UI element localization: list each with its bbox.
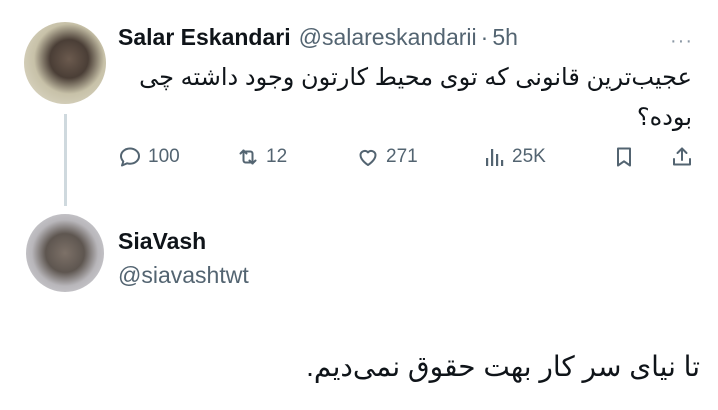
retweet-icon	[239, 149, 257, 165]
tweet-actions: 100 12 271 25K	[118, 140, 700, 174]
reply-author-avatar[interactable]	[26, 214, 104, 292]
reply-author-name[interactable]: SiaVash	[118, 228, 206, 255]
reply-text: تا نیای سر کار بهت حقوق نمی‌دیم.	[306, 351, 700, 382]
reply-author-handle[interactable]: @siavashtwt	[118, 262, 249, 289]
retweet-button[interactable]: 12	[236, 140, 287, 174]
reply-button[interactable]: 100	[118, 140, 180, 174]
tweet-text: عجیب‌ترین قانونی که توی محیط کارتون وجود…	[139, 64, 692, 131]
separator-dot: ·	[480, 23, 489, 50]
reply-count: 100	[148, 146, 180, 167]
share-icon	[673, 147, 691, 166]
reply-icon	[120, 147, 140, 167]
bookmark-button[interactable]	[612, 140, 642, 174]
like-count: 271	[386, 146, 418, 167]
author-name[interactable]: Salar Eskandari	[118, 24, 291, 51]
views-icon	[486, 149, 504, 166]
tweet-time[interactable]: 5h	[492, 24, 518, 51]
retweet-count: 12	[266, 146, 288, 167]
share-button[interactable]	[670, 140, 700, 174]
views-count: 25K	[512, 146, 546, 167]
thread-line	[64, 114, 67, 206]
bookmark-icon	[617, 147, 631, 167]
author-avatar[interactable]	[24, 22, 106, 104]
more-options-icon[interactable]: ···	[670, 30, 693, 53]
author-handle[interactable]: @salareskandarii	[299, 24, 477, 51]
views-button[interactable]: 25K	[482, 140, 546, 174]
like-button[interactable]: 271	[356, 140, 418, 174]
heart-icon	[359, 149, 377, 166]
tweet-header: Salar Eskandari @salareskandarii · 5h	[118, 22, 518, 52]
